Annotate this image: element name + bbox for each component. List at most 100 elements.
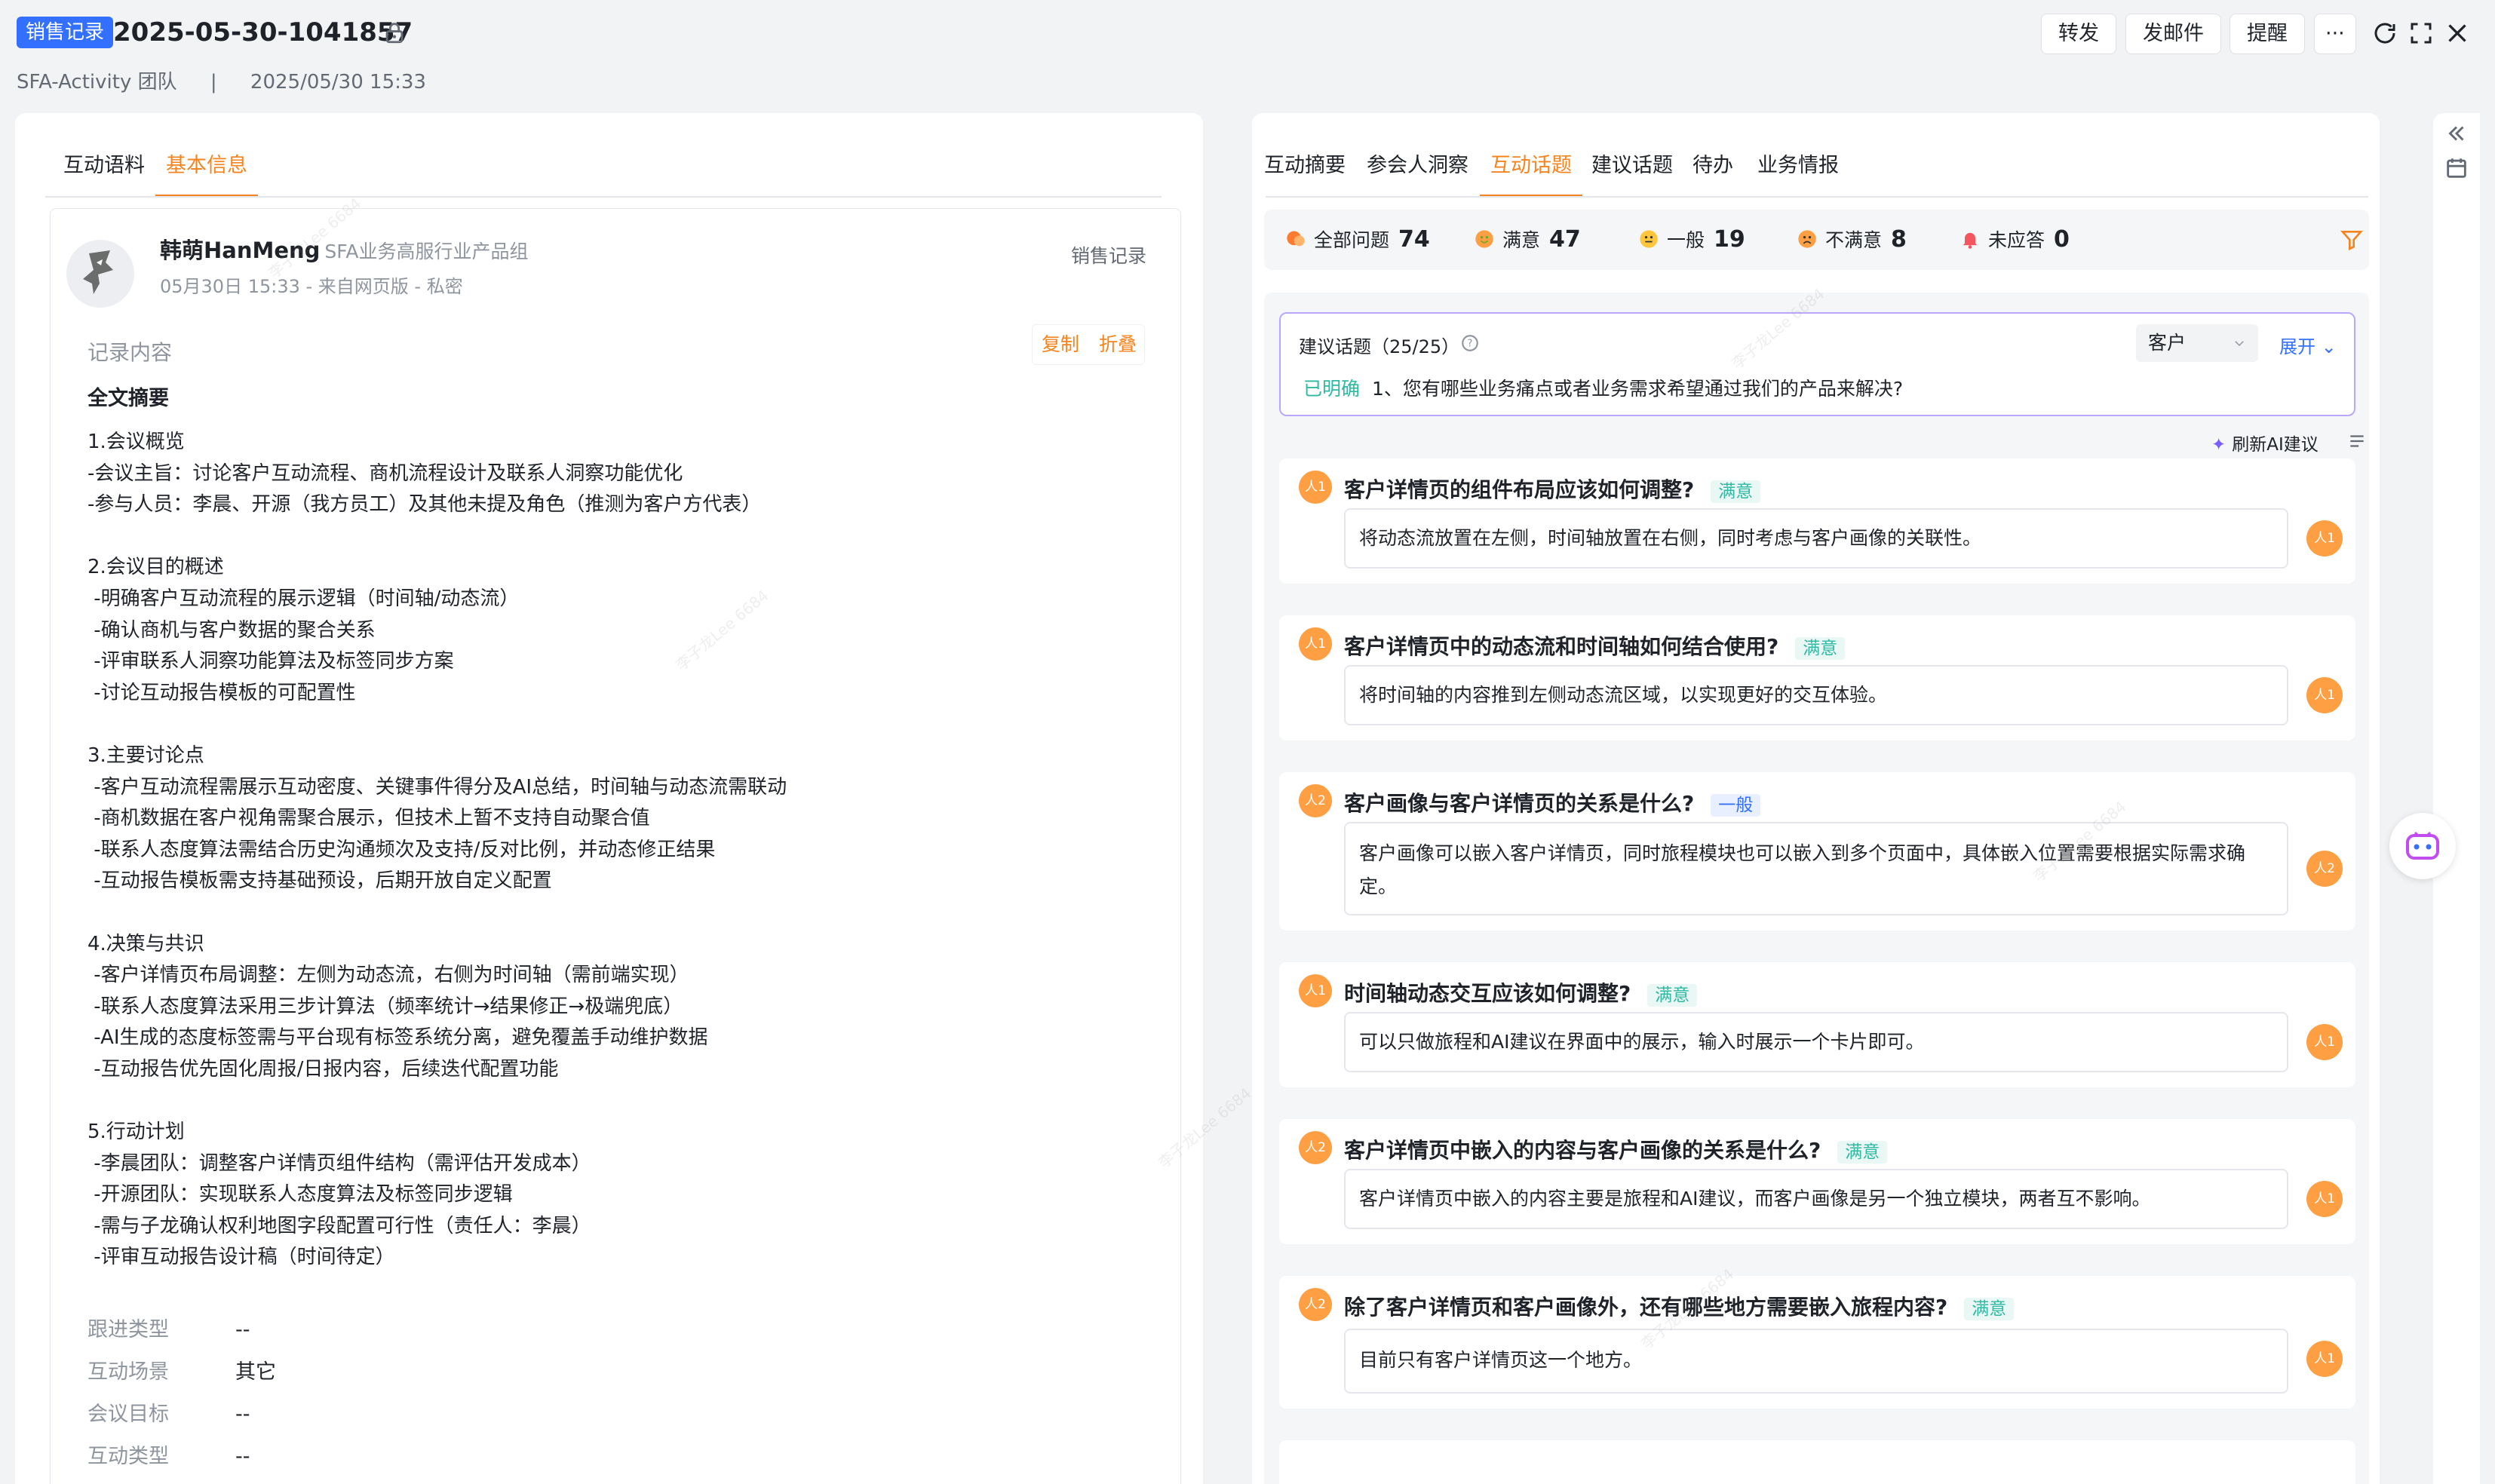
qa-answer: 将动态流放置在左侧，时间轴放置在右侧，同时考虑与客户画像的关联性。	[1344, 508, 2288, 569]
summary-title: 全文摘要	[87, 387, 169, 410]
summary-line	[87, 1085, 1143, 1117]
meta-line: SFA-Activity 团队 | 2025/05/30 15:33	[17, 69, 426, 95]
qa-card: 人1 客户详情页中的动态流和时间轴如何结合使用? 满意 将时间轴的内容推到左侧动态…	[1279, 615, 2355, 740]
tab-suggested-topics[interactable]: 建议话题	[1591, 151, 1673, 189]
responder-avatar: 人2	[2306, 851, 2343, 887]
stat-count: 0	[2054, 226, 2070, 253]
author-name[interactable]: 韩萌HanMeng	[160, 238, 320, 263]
copy-fold-group: 复制 折叠	[1032, 324, 1145, 365]
header: 销售记录 2025-05-30-1041857 SFA-Activity 团队 …	[0, 0, 2495, 113]
stat-unanswered[interactable]: 未应答 0	[1959, 210, 2070, 270]
refresh-icon[interactable]	[2371, 20, 2398, 47]
ai-assistant-button[interactable]	[2389, 813, 2456, 879]
stat-label: 满意	[1502, 229, 1541, 251]
responder-avatar: 人1	[2306, 1341, 2343, 1377]
summary-line: -参与人员：李晨、开源（我方员工）及其他未提及角色（推测为客户方代表）	[87, 493, 762, 517]
tab-basic-info[interactable]: 基本信息	[155, 151, 258, 198]
summary-line: -讨论互动报告模板的可配置性	[87, 681, 356, 704]
summary-line: -商机数据在客户视角需聚合展示，但技术上暂不支持自动聚合值	[87, 807, 650, 830]
suggested-question: 已明确 1、您有哪些业务痛点或者业务需求希望通过我们的产品来解决?	[1303, 374, 1903, 401]
speaker-avatar: 人1	[1299, 471, 1332, 504]
summary-line	[87, 521, 1143, 553]
tab-attendee-insight[interactable]: 参会人洞察	[1367, 151, 1468, 189]
fold-button[interactable]: 折叠	[1099, 325, 1137, 364]
summary-line: -明确客户互动流程的展示逻辑（时间轴/动态流）	[87, 587, 520, 610]
summary-line: -互动报告模板需支持基础预设，后期开放自定义配置	[87, 869, 552, 893]
suggested-topics-box: 建议话题（25/25） ? 客户 展开 ⌄ 已明确 1、您有哪些业务痛点或者业务需…	[1279, 312, 2355, 416]
collapse-left-icon[interactable]	[2444, 121, 2469, 146]
summary-line: 3.主要讨论点	[87, 744, 204, 767]
satisfaction-tag: 满意	[1837, 1141, 1888, 1164]
tab-interaction-corpus[interactable]: 互动语料	[63, 151, 145, 189]
filter-icon[interactable]	[2340, 228, 2364, 252]
expand-label: 展开	[2279, 336, 2315, 357]
satisfaction-tag: 满意	[1711, 480, 1761, 503]
field-follow-type: 跟进类型 --	[87, 1315, 250, 1345]
stat-label: 不满意	[1825, 229, 1883, 251]
send-email-button[interactable]: 发邮件	[2125, 14, 2221, 54]
expand-button[interactable]: 展开 ⌄	[2279, 332, 2337, 358]
speaker-avatar: 人2	[1299, 1131, 1332, 1164]
more-button[interactable]: ···	[2314, 14, 2356, 54]
speaker-avatar: 人2	[1299, 1288, 1332, 1321]
neutral-face-icon	[1640, 230, 1658, 248]
stat-satisfied[interactable]: 满意 47	[1474, 210, 1581, 270]
field-value: --	[235, 1318, 250, 1341]
tab-business-intel[interactable]: 业务情报	[1757, 151, 1839, 189]
lock-icon[interactable]	[382, 20, 407, 45]
clarified-tag: 已明确	[1303, 378, 1361, 400]
stat-neutral[interactable]: 一般 19	[1638, 210, 1745, 270]
left-tabs: 互动语料 基本信息	[15, 113, 1203, 198]
chevron-down-icon	[2235, 341, 2244, 347]
tab-interaction-topics[interactable]: 互动话题	[1480, 151, 1582, 198]
fullscreen-icon[interactable]	[2408, 20, 2435, 47]
summary-line: -确认商机与客户数据的聚合关系	[87, 618, 376, 642]
sad-face-icon	[1798, 230, 1816, 248]
stat-count: 19	[1714, 226, 1745, 253]
qa-card: 人2 客户画像与客户详情页的关系是什么? 一般 客户画像可以嵌入客户详情页，同时旅…	[1279, 772, 2355, 931]
qa-answer: 客户画像可以嵌入客户详情页，同时旅程模块也可以嵌入到多个页面中，具体嵌入位置需要…	[1344, 822, 2288, 915]
field-meeting-goal: 会议目标 --	[87, 1400, 250, 1430]
summary-line: -李晨团队：调整客户详情页组件结构（需评估开发成本）	[87, 1151, 591, 1175]
speaker-avatar: 人1	[1299, 974, 1332, 1007]
field-key: 互动类型	[87, 1445, 169, 1468]
qa-card: 人2 客户详情页中嵌入的内容与客户画像的关系是什么? 满意 客户详情页中嵌入的内容…	[1279, 1119, 2355, 1244]
suggested-topics-title: 建议话题（25/25）	[1299, 336, 1460, 357]
summary-line: -互动报告优先固化周报/日报内容，后续迭代配置功能	[87, 1057, 559, 1081]
stat-label: 一般	[1667, 229, 1705, 251]
refresh-ai-suggestion-button[interactable]: ✦ 刷新AI建议	[2211, 430, 2319, 455]
copy-button[interactable]: 复制	[1042, 325, 1079, 364]
remind-button[interactable]: 提醒	[2230, 14, 2305, 54]
summary-line: -客户互动流程需展示互动密度、关键事件得分及AI总结，时间轴与动态流需联动	[87, 775, 787, 799]
topic-filter-select[interactable]: 客户	[2136, 324, 2258, 362]
summary-line: -会议主旨：讨论客户互动流程、商机流程设计及联系人洞察功能优化	[87, 461, 683, 485]
calendar-icon[interactable]	[2444, 155, 2469, 181]
stat-count: 47	[1549, 226, 1581, 253]
stat-unsatisfied[interactable]: 不满意 8	[1797, 210, 1907, 270]
robot-icon	[2406, 831, 2439, 860]
responder-avatar: 人1	[2306, 1181, 2343, 1217]
team-name: SFA-Activity 团队	[17, 71, 177, 94]
author-subinfo: 05月30日 15:33 - 来自网页版 - 私密	[160, 276, 463, 297]
tab-todo[interactable]: 待办	[1692, 151, 1733, 189]
avatar	[66, 240, 134, 308]
suggested-question-text: 1、您有哪些业务痛点或者业务需求希望通过我们的产品来解决?	[1372, 378, 1904, 400]
author-dept: SFA业务高服行业产品组	[324, 241, 529, 262]
tab-interaction-summary[interactable]: 互动摘要	[1264, 151, 1346, 189]
stat-all-questions[interactable]: 全部问题 74	[1285, 210, 1430, 270]
qa-answer: 目前只有客户详情页这一个地方。	[1344, 1329, 2288, 1394]
summary-line: 4.决策与共识	[87, 932, 204, 955]
help-icon[interactable]: ?	[1460, 333, 1480, 353]
select-value: 客户	[2148, 332, 2187, 354]
question-text: 客户详情页中的动态流和时间轴如何结合使用?	[1344, 634, 1779, 659]
question-stats-bar: 全部问题 74 满意 47 一般 19 不满意 8 未应答 0	[1264, 210, 2369, 270]
tab-divider	[1266, 196, 2368, 198]
forward-button[interactable]: 转发	[2041, 14, 2116, 54]
summary-line: -需与子龙确认权利地图字段配置可行性（责任人：李晨）	[87, 1214, 591, 1237]
author-line: 韩萌HanMeng SFA业务高服行业产品组	[160, 235, 528, 267]
close-icon[interactable]	[2444, 20, 2471, 47]
summary-line: 2.会议目的概述	[87, 556, 224, 579]
list-icon[interactable]	[2347, 431, 2367, 451]
double-chevron-down-icon: ⌄	[2321, 336, 2337, 357]
summary-line	[87, 897, 1143, 929]
